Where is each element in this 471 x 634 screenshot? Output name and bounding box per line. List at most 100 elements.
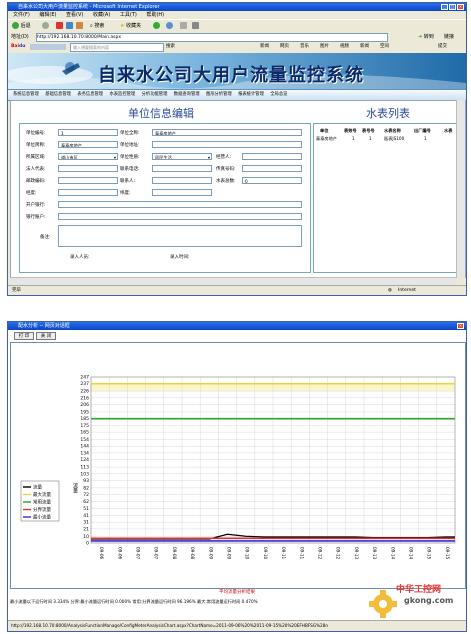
vertical-scrollbar[interactable] — [456, 100, 465, 278]
links-bar-item[interactable]: 网页 — [280, 42, 289, 52]
nav-item-analysis[interactable]: 分析功能管理 — [142, 90, 168, 100]
x-tick-label: 09-06 — [117, 547, 122, 560]
links-bar-item[interactable]: 提交 — [438, 42, 447, 52]
y-tick-label: 0 — [86, 541, 89, 547]
mail-icon — [180, 22, 187, 29]
chevron-down-icon: ▾ — [207, 155, 210, 160]
table-row[interactable]: 泰泰房地产 1 1 瓯表JS100 1 — [314, 136, 464, 142]
forward-arrow-icon — [42, 22, 49, 29]
back-button[interactable]: 后退 — [12, 22, 31, 30]
links-bar-item[interactable]: 视频 — [340, 42, 349, 52]
y-tick-label: 82 — [83, 485, 89, 491]
minimize-icon[interactable]: _ — [441, 4, 448, 10]
nav-item-monitor[interactable]: 水表监控管理 — [109, 90, 135, 100]
nav-item-meter-info[interactable]: 表务信息管理 — [77, 90, 103, 100]
unit-short-label: 单位简称: — [26, 143, 46, 148]
fax-input[interactable] — [242, 165, 302, 172]
unit-addr-input[interactable] — [152, 141, 302, 148]
menu-file[interactable]: 文件(F) — [13, 12, 30, 18]
dialog-controls: × — [457, 323, 464, 329]
postcode-input[interactable] — [58, 177, 118, 184]
x-tick-label: 09-14 — [390, 547, 395, 560]
menu-help[interactable]: 帮助(H) — [146, 12, 164, 18]
links-bar-item[interactable]: 空间 — [380, 42, 389, 52]
unit-no-input[interactable]: 1 — [58, 129, 118, 136]
y-tick-label: 206 — [80, 402, 89, 408]
history-button[interactable] — [166, 22, 173, 30]
unit-edit-title: 单位信息编辑 — [128, 107, 194, 120]
latitude-input[interactable] — [152, 189, 212, 196]
search-button[interactable]: ⌕ 搜索 — [90, 22, 104, 30]
status-bar: 完毕 ◍ Internet — [8, 285, 466, 295]
district-select[interactable]: 道山市区 ▾ — [58, 153, 118, 160]
contact-person-input[interactable] — [152, 177, 212, 184]
ie-window-title: 自来水公司大用户流量监控系统 - Microsoft Internet Expl… — [18, 4, 160, 10]
longitude-input[interactable] — [58, 189, 118, 196]
menu-favorites[interactable]: 收藏(A) — [93, 12, 110, 18]
nav-item-base[interactable]: 基础信息管理 — [45, 90, 71, 100]
history-icon — [166, 22, 173, 29]
y-tick-label: 103 — [80, 471, 89, 477]
dialog-status-bar: http://192.168.10.70:8000/AnalysisFuncti… — [8, 620, 466, 631]
links-label[interactable]: 链接 — [444, 32, 454, 42]
postcode-label: 邮政编码: — [26, 179, 46, 184]
menu-bar: 文件(F) 编辑(E) 查看(V) 收藏(A) 工具(T) 帮助(H) — [8, 11, 466, 19]
col-unit: 单位 — [320, 128, 329, 133]
nav-item-report[interactable]: 报表统计管理 — [238, 90, 264, 100]
y-tick-label: 165 — [80, 430, 89, 436]
home-button[interactable] — [76, 22, 83, 30]
refresh-button[interactable] — [66, 22, 73, 30]
watermark-logo: 中华工控网 gkong.com — [358, 576, 468, 621]
unit-type-select[interactable]: 居民生活 ▾ — [152, 153, 212, 160]
meter-list-table: 单位 表效号 表号号 水表名称 出厂编号 水表 泰泰房地产 1 1 瓯表JS10… — [313, 123, 465, 273]
meter-total-input[interactable]: 0 — [242, 177, 302, 184]
menu-tools[interactable]: 工具(T) — [120, 12, 137, 18]
contact-input[interactable] — [242, 153, 302, 160]
maximize-icon[interactable]: □ — [449, 4, 456, 10]
print-button[interactable]: 打 印 — [14, 332, 34, 340]
nav-item-graph[interactable]: 图形分析管理 — [206, 90, 232, 100]
favorites-button[interactable]: ★ 收藏夹 — [120, 22, 141, 30]
y-tick-label: 195 — [80, 409, 89, 415]
close-icon[interactable]: × — [457, 323, 464, 329]
toolbar-search-input[interactable]: 输入想要搜索的内容 — [70, 43, 164, 52]
nav-item-system[interactable]: 系统信息管理 — [13, 90, 39, 100]
print-button[interactable] — [192, 22, 199, 30]
links-bar-item[interactable]: 新闻 — [360, 42, 369, 52]
phone-input[interactable] — [152, 165, 212, 172]
stop-button[interactable] — [56, 22, 63, 30]
mail-button[interactable] — [180, 22, 187, 30]
address-input[interactable]: http://192.168.10.70:8000/Main.aspx — [36, 33, 388, 42]
menu-edit[interactable]: 编辑(E) — [39, 12, 56, 18]
links-bar-item[interactable]: 搜索 — [166, 42, 175, 52]
links-bar-item[interactable]: 新闻 — [260, 42, 269, 52]
x-tick-label: 09-13 — [372, 547, 377, 560]
nav-item-overview[interactable]: 全局总览 — [270, 90, 287, 100]
go-arrow-icon: ➜ — [418, 34, 423, 40]
x-tick-label: 09-07 — [136, 547, 141, 560]
close-button[interactable]: 关 闭 — [36, 332, 56, 340]
unit-type-label: 单位性质: — [120, 155, 140, 160]
close-icon[interactable]: × — [457, 4, 464, 10]
media-button[interactable] — [153, 22, 160, 30]
unit-full-input[interactable]: 泰泰房地产 — [152, 129, 302, 136]
x-tick-label: 09-09 — [208, 547, 213, 560]
account-input[interactable] — [58, 213, 302, 220]
legal-input[interactable] — [58, 165, 118, 172]
x-tick-label: 09-11 — [281, 547, 286, 560]
refresh-icon — [66, 22, 73, 29]
unit-short-input[interactable]: 泰泰房地产 — [58, 141, 118, 148]
remark-textarea[interactable] — [58, 225, 302, 247]
links-bar-item[interactable]: 音乐 — [300, 42, 309, 52]
go-button[interactable]: ➜ 转到 — [418, 32, 434, 42]
chevron-down-icon: ▾ — [113, 155, 116, 160]
menu-view[interactable]: 查看(V) — [66, 12, 83, 18]
nav-item-query[interactable]: 数据查询管理 — [174, 90, 200, 100]
horizontal-scrollbar[interactable] — [10, 277, 456, 285]
links-bar-item[interactable]: 图片 — [320, 42, 329, 52]
y-tick-label: 144 — [80, 444, 89, 450]
forward-button[interactable] — [42, 22, 49, 30]
bank-input[interactable] — [58, 201, 302, 208]
x-tick-label: 09-10 — [263, 547, 268, 560]
contact-person-label: 联系人: — [120, 179, 136, 184]
